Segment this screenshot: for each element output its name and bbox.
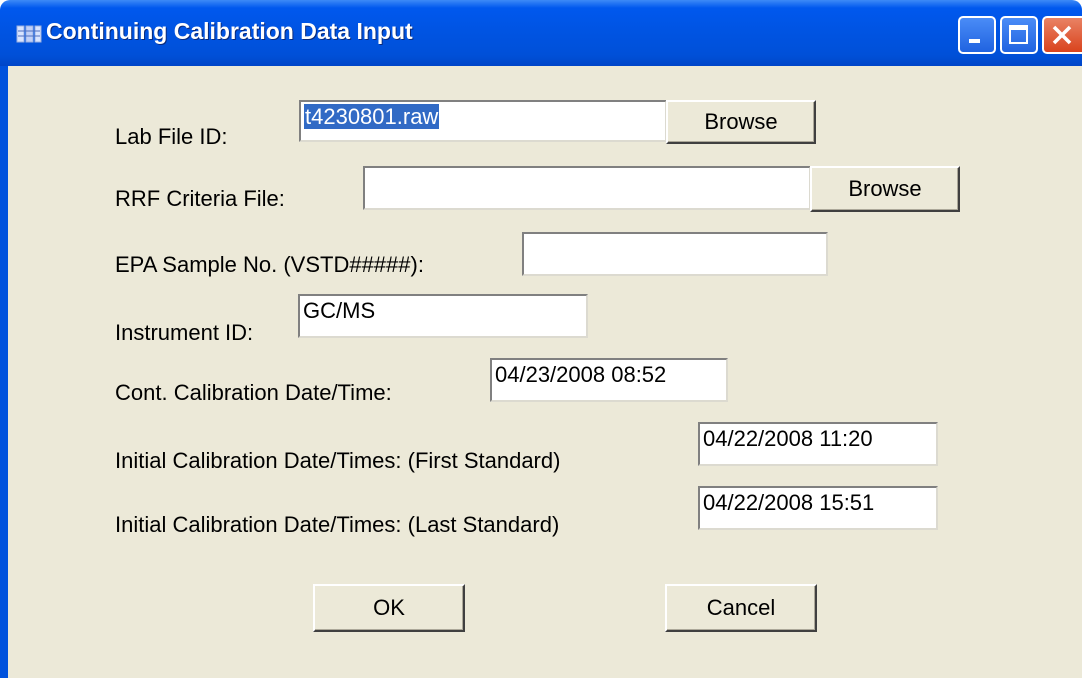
epa-sample-no-input[interactable] <box>522 232 828 276</box>
maximize-button[interactable] <box>1000 16 1038 54</box>
window-title: Continuing Calibration Data Input <box>46 18 413 44</box>
lab-file-id-input[interactable]: t4230801.raw <box>299 100 667 142</box>
minimize-button[interactable] <box>958 16 996 54</box>
dialog-body: Lab File ID: t4230801.raw Browse RRF Cri… <box>0 66 1082 678</box>
dialog-window: Continuing Calibration Data Input Lab Fi… <box>0 0 1082 678</box>
initial-calibration-last-label: Initial Calibration Date/Times: (Last St… <box>115 512 560 537</box>
close-button[interactable] <box>1042 16 1082 54</box>
lab-file-browse-button[interactable]: Browse <box>666 100 816 144</box>
initial-calibration-first-input[interactable]: 04/22/2008 11:20 <box>698 422 938 466</box>
epa-sample-no-label: EPA Sample No. (VSTD#####): <box>115 252 424 277</box>
close-icon <box>1052 25 1072 45</box>
lab-file-id-label: Lab File ID: <box>115 124 228 149</box>
cancel-button[interactable]: Cancel <box>665 584 817 632</box>
instrument-id-label: Instrument ID: <box>115 320 254 345</box>
instrument-id-input[interactable]: GC/MS <box>298 294 588 338</box>
minimize-icon <box>969 39 980 43</box>
lab-file-id-value: t4230801.raw <box>304 104 440 129</box>
cont-calibration-input[interactable]: 04/23/2008 08:52 <box>490 358 728 402</box>
initial-calibration-first-label: Initial Calibration Date/Times: (First S… <box>115 448 561 473</box>
app-icon <box>16 25 42 43</box>
rrf-criteria-file-input[interactable] <box>363 166 811 210</box>
rrf-criteria-browse-button[interactable]: Browse <box>810 166 960 212</box>
ok-button[interactable]: OK <box>313 584 465 632</box>
rrf-criteria-file-label: RRF Criteria File: <box>115 186 285 211</box>
title-bar[interactable]: Continuing Calibration Data Input <box>0 0 1082 66</box>
initial-calibration-last-input[interactable]: 04/22/2008 15:51 <box>698 486 938 530</box>
maximize-icon <box>1009 25 1028 44</box>
cont-calibration-label: Cont. Calibration Date/Time: <box>115 380 392 405</box>
